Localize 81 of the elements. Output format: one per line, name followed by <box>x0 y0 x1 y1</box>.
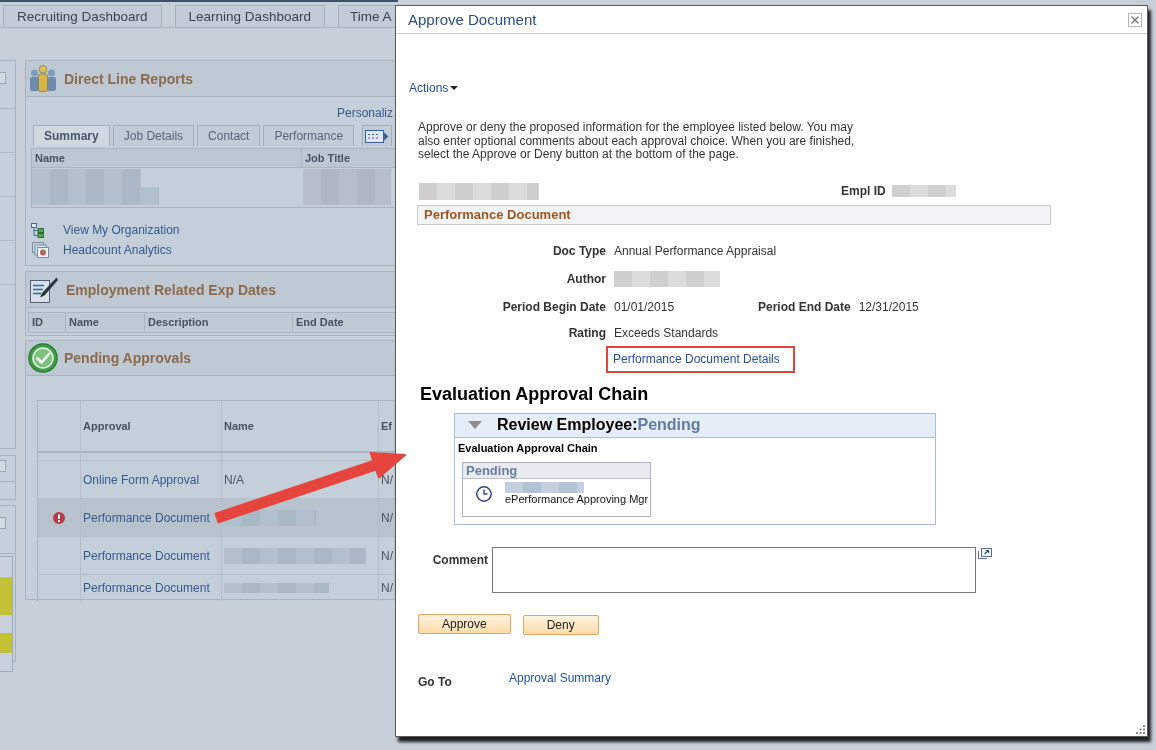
approval-link[interactable]: Performance Document <box>83 581 210 595</box>
actions-menu[interactable]: Actions <box>409 80 459 96</box>
column-header: Description <box>145 313 293 332</box>
approval-link[interactable]: Performance Document <box>83 548 210 563</box>
check-circle-icon <box>28 343 58 373</box>
panel-title: Pending Approvals <box>64 350 192 366</box>
close-button[interactable] <box>1128 12 1142 27</box>
field-label: Period End Date <box>758 299 851 314</box>
details-link[interactable]: Performance Document Details <box>613 351 780 366</box>
clock-icon <box>476 485 492 502</box>
stacked-pages-icon <box>32 242 49 258</box>
expand-icon[interactable] <box>978 547 992 559</box>
field-label: Empl ID <box>841 184 886 198</box>
field-value: Annual Performance Appraisal <box>614 243 777 258</box>
personalize-link[interactable]: Personaliz <box>336 106 393 120</box>
table-row[interactable]: Performance Document N/ <box>38 575 395 601</box>
field-value: 01/01/2015 <box>614 299 675 314</box>
close-icon <box>1131 15 1139 24</box>
step-status: Pending <box>463 462 650 479</box>
stage-status: Pending <box>637 416 701 434</box>
report-tab[interactable]: Job Details <box>112 125 195 146</box>
toggle-button[interactable] <box>0 72 6 84</box>
field-label: Go To <box>418 673 452 690</box>
report-link[interactable]: Headcount Analytics <box>63 243 172 257</box>
stage-label: Review Employee: <box>497 416 638 434</box>
panel-title: Direct Line Reports <box>64 70 194 87</box>
people-icon <box>30 65 56 92</box>
approver-role: ePerformance Approving Mgr <box>505 492 649 506</box>
dialog-title: Approve Document <box>408 11 537 28</box>
report-tab[interactable]: Contact <box>197 125 261 146</box>
column-header: Ef <box>381 420 392 432</box>
field-label: Rating <box>568 326 606 340</box>
section-heading: Evaluation Approval Chain <box>420 382 649 405</box>
table-cell: N/A <box>224 472 244 487</box>
chart-bar <box>0 578 12 615</box>
tab-list-icon <box>365 129 390 143</box>
column-header: Name <box>32 149 302 167</box>
approval-link[interactable]: Online Form Approval <box>83 472 200 487</box>
more-tabs-button[interactable] <box>362 125 393 146</box>
table-cell: N/ <box>381 581 393 595</box>
field-value: Exceeds Standards <box>614 326 719 340</box>
dashboard-tab[interactable]: Learning Dashboard <box>174 5 325 27</box>
table-row[interactable]: Performance Document N/ <box>38 537 395 575</box>
table-cell: N/ <box>381 510 393 525</box>
chart-bar <box>0 633 12 653</box>
field-label: Period Begin Date <box>502 299 606 314</box>
dashboard-tab[interactable]: Recruiting Dashboard <box>3 5 162 27</box>
column-header: Name <box>66 313 145 332</box>
blurred-block <box>891 185 956 197</box>
action-button[interactable]: Approve <box>418 613 511 634</box>
approval-summary-link[interactable]: Approval Summary <box>509 669 612 686</box>
toggle-button[interactable] <box>0 460 6 472</box>
chain-subheading: Evaluation Approval Chain <box>458 441 598 455</box>
table-cell: N/ <box>381 472 393 487</box>
report-link[interactable]: View My Organization <box>63 223 180 237</box>
caret-icon <box>450 86 459 90</box>
column-header: End Date <box>295 315 345 330</box>
column-header: Approval <box>83 420 131 432</box>
column-header: ID <box>29 313 66 332</box>
dashboard-tab[interactable]: Time A <box>337 5 398 27</box>
toggle-button[interactable] <box>0 517 6 529</box>
comment-field[interactable] <box>492 546 976 593</box>
report-tab[interactable]: Summary <box>33 125 110 146</box>
section-header: Performance Document <box>417 204 1051 225</box>
panel-title: Employment Related Exp Dates <box>66 281 277 298</box>
field-value: 12/31/2015 <box>858 299 919 314</box>
table-row[interactable]: Performance Document N/ <box>38 499 395 537</box>
stage-header[interactable]: Review Employee:Pending <box>455 413 935 438</box>
table-cell: N/ <box>381 548 393 563</box>
resize-grip-icon[interactable] <box>1136 725 1145 734</box>
approval-link[interactable]: Performance Document <box>83 510 210 525</box>
field-label: Comment <box>432 552 488 567</box>
instructions-text: Approve or deny the proposed information for the employee listed below. You may also enter optional comments about each approval choice. When you are finished, select the Approve or Deny button at the bottom of the page. <box>418 121 856 162</box>
notepad-pen-icon <box>30 276 58 303</box>
org-chart-icon <box>31 222 44 238</box>
field-label: Doc Type <box>552 243 606 258</box>
column-header: Name <box>224 420 254 432</box>
column-header: Job Title <box>304 151 352 166</box>
action-button[interactable]: Deny <box>522 614 599 635</box>
field-label: Author <box>566 271 606 286</box>
report-tab[interactable]: Performance <box>263 125 355 146</box>
